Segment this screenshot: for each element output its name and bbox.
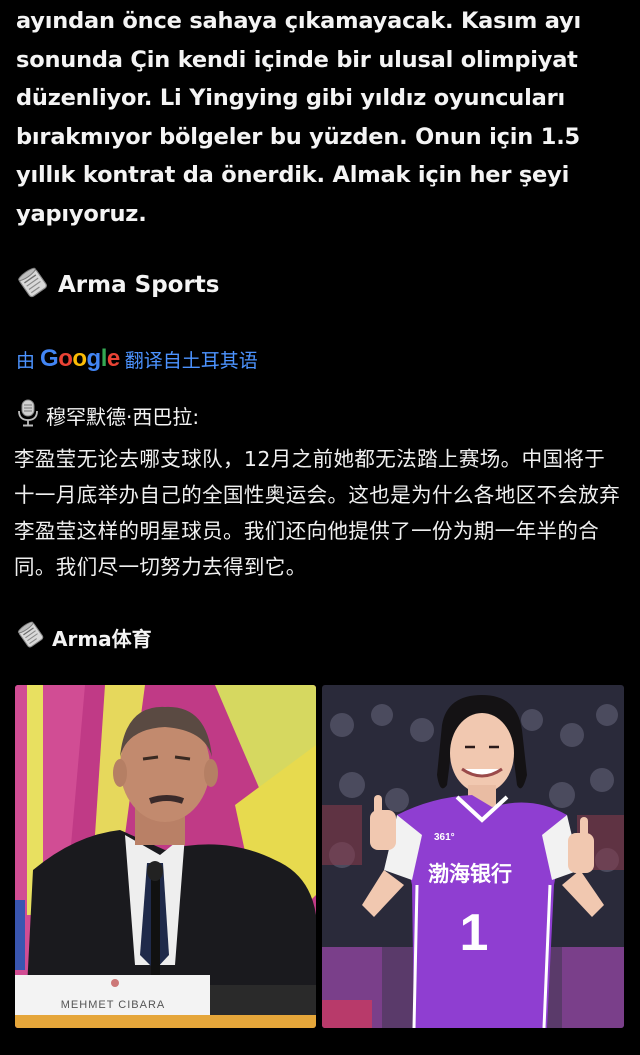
speaker-name: 穆罕默德·西巴拉: [46, 404, 200, 429]
translation-prefix: 由 [16, 349, 36, 372]
signature-label: Arma体育 [52, 626, 152, 651]
nameplate-text: MEHMET CIBARA [61, 999, 165, 1011]
speaker-line: 穆罕默德·西巴拉: [16, 398, 199, 432]
translated-post-text: ayından önce sahaya çıkamayacak. Kasım a… [16, 8, 582, 227]
jersey-number: 1 [460, 904, 489, 962]
jersey-sponsor: 渤海银行 [428, 862, 512, 886]
jersey-brand: 361° [434, 832, 455, 843]
chinese-post-text: 李盈莹无论去哪支球队，12月之前她都无法踏上赛场。中国将于十一月底举办自己的全国… [14, 447, 621, 579]
google-logo: Google [40, 345, 120, 372]
post-content: ayından önce sahaya çıkamayacak. Kasım a… [0, 0, 640, 1055]
signature-label: Arma Sports [58, 272, 220, 298]
signature-turkish: Arma Sports [16, 266, 220, 304]
rolled-newspaper-icon [16, 266, 50, 304]
photo-volleyball-player[interactable]: 361° 渤海银行 1 [322, 685, 624, 1028]
translation-attribution[interactable]: 由 Google 翻译自土耳其语 [16, 345, 258, 373]
signature-chinese: Arma体育 [16, 620, 152, 654]
translation-suffix: 翻译自土耳其语 [124, 349, 258, 372]
rolled-newspaper-icon [16, 620, 46, 654]
photo-press-conference[interactable]: MEHMET CIBARA [15, 685, 316, 1028]
microphone-icon [16, 398, 40, 432]
